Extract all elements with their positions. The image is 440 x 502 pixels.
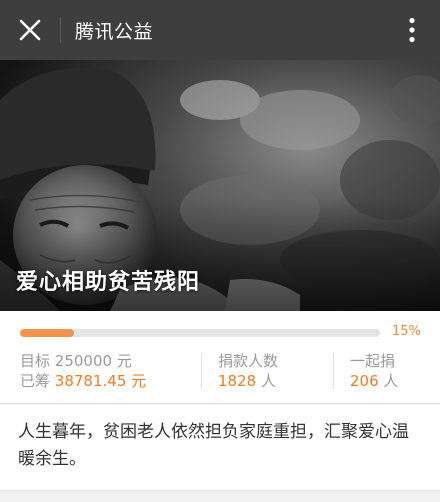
more-vertical-icon <box>409 17 415 43</box>
donation-stats-panel: 15% 目标 250000 元 已筹 38781.45 元 捐款人数 1828 … <box>0 311 440 404</box>
hero-banner[interactable]: 爱心相助贫苦残阳 <box>0 60 440 311</box>
project-title: 爱心相助贫苦残阳 <box>16 270 201 295</box>
fundraising-amounts: 目标 250000 元 已筹 38781.45 元 <box>20 351 146 391</box>
title-bar: 腾讯公益 <box>0 0 440 60</box>
close-icon <box>19 19 41 41</box>
target-unit: 元 <box>116 352 132 370</box>
stats-divider <box>201 353 202 389</box>
raised-unit: 元 <box>131 372 147 390</box>
close-button[interactable] <box>0 0 60 60</box>
raised-value: 38781.45 <box>54 372 127 390</box>
target-row: 目标 250000 元 <box>20 351 146 371</box>
together-stat: 一起捐 206 人 <box>350 351 398 391</box>
together-value: 206 <box>350 372 379 390</box>
stats-divider <box>333 353 334 389</box>
donors-label: 捐款人数 <box>218 352 279 370</box>
title-divider <box>60 17 61 43</box>
donors-value: 1828 <box>218 372 257 390</box>
progress-percent: 15% <box>392 324 421 339</box>
page-title: 腾讯公益 <box>75 20 154 43</box>
donors-stat: 捐款人数 1828 人 <box>218 351 278 391</box>
together-label: 一起捐 <box>350 352 396 370</box>
progress-bar <box>20 329 380 337</box>
raised-label: 已筹 <box>20 372 51 390</box>
more-options-button[interactable] <box>384 0 440 60</box>
together-unit: 人 <box>383 372 399 390</box>
raised-row: 已筹 38781.45 元 <box>20 371 146 391</box>
target-value: 250000 <box>54 352 113 370</box>
progress-fill <box>20 329 74 337</box>
project-description: 人生暮年，贫困老人依然担负家庭重担，汇聚爱心温暖余生。 <box>0 405 440 491</box>
target-label: 目标 <box>20 352 51 370</box>
donors-unit: 人 <box>260 372 276 390</box>
